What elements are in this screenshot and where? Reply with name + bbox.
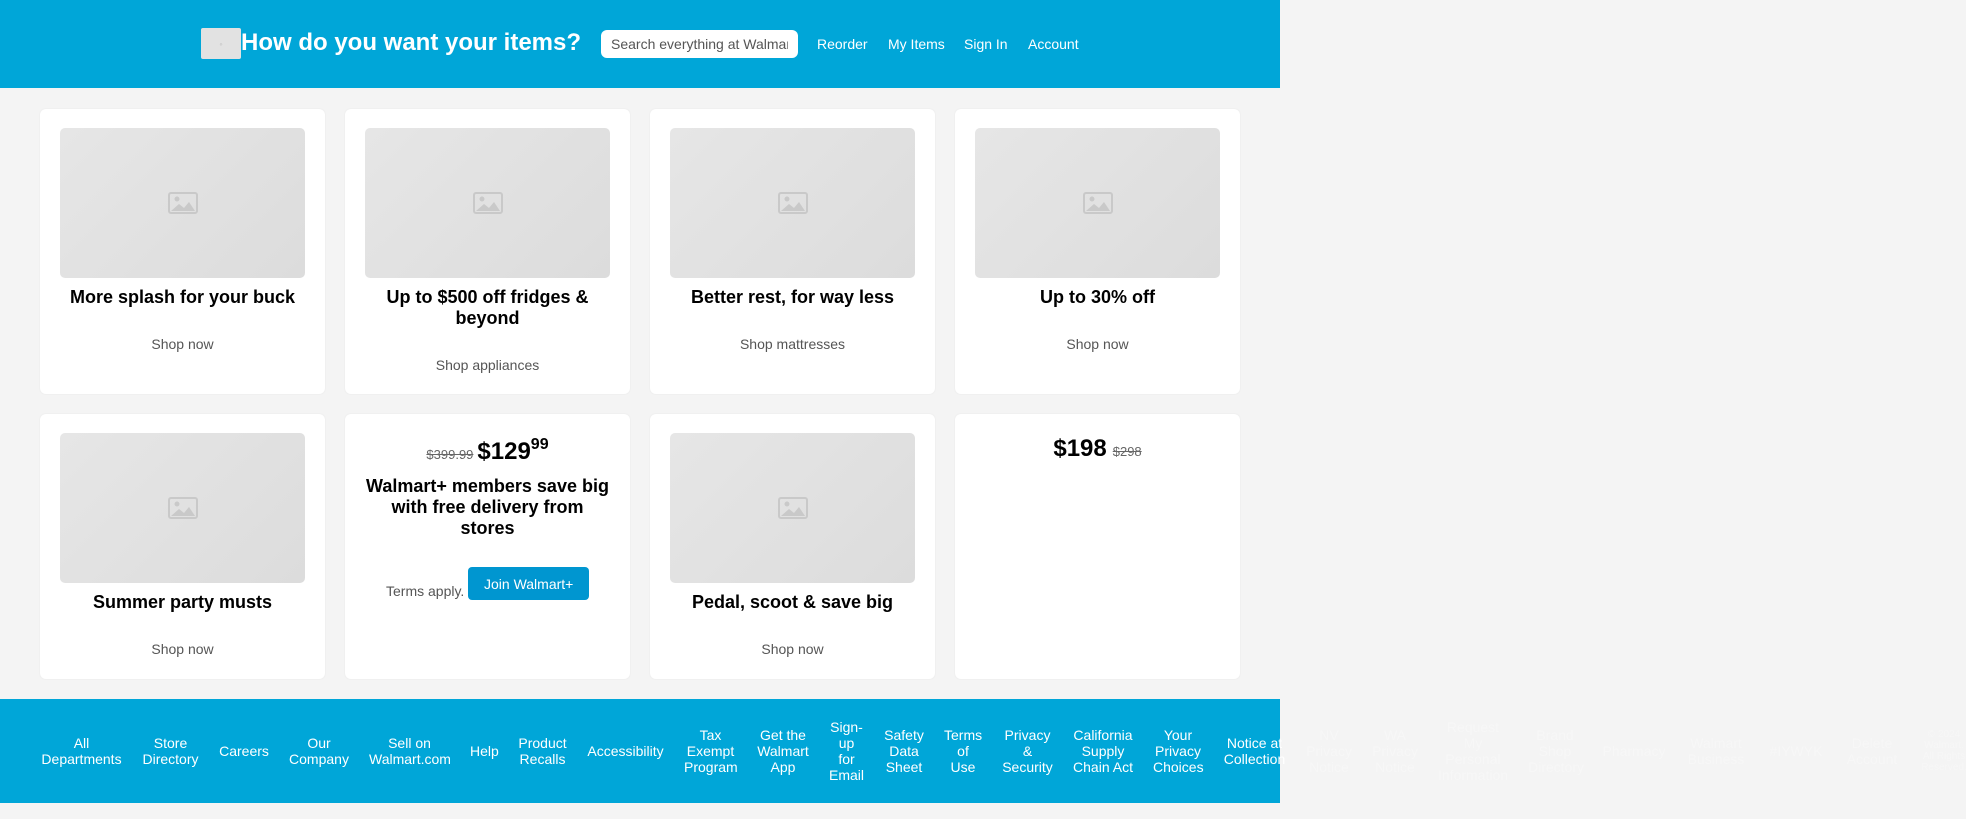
promo-card[interactable]: Summer party musts Shop now bbox=[40, 414, 325, 679]
promo-card[interactable]: More splash for your buck Shop now bbox=[40, 109, 325, 394]
image-placeholder bbox=[365, 128, 610, 278]
image-placeholder bbox=[670, 433, 915, 583]
footer-link[interactable]: Request My Personal Information bbox=[1438, 719, 1508, 783]
footer-link[interactable]: Help bbox=[470, 743, 499, 759]
image-placeholder bbox=[975, 128, 1220, 278]
card-link[interactable]: Shop now bbox=[40, 335, 325, 353]
footer-link[interactable]: All Departments bbox=[41, 735, 122, 767]
footer-link[interactable]: Your Privacy Choices bbox=[1153, 727, 1204, 775]
search-input[interactable] bbox=[601, 30, 798, 58]
footer-links: All Departments Store Directory Careers … bbox=[41, 699, 1966, 803]
footer-link[interactable]: Delete Account bbox=[1846, 735, 1898, 767]
join-walmart-plus-button[interactable]: Join Walmart+ bbox=[468, 567, 590, 600]
footer-link[interactable]: Walmart Business bbox=[1686, 735, 1746, 767]
footer-link[interactable]: NV Privacy Notice bbox=[1306, 727, 1352, 775]
nav-my-items-link[interactable]: My Items bbox=[888, 35, 945, 53]
old-price: $399.99 bbox=[426, 447, 474, 462]
footer-link[interactable]: Terms of Use bbox=[944, 727, 982, 775]
nav-account-link[interactable]: Account bbox=[1028, 35, 1079, 53]
footer-link[interactable]: Notice at Collection bbox=[1223, 735, 1286, 767]
card-title: Up to 30% off bbox=[1040, 287, 1155, 307]
card-link[interactable]: Shop now bbox=[650, 640, 935, 658]
footer-link[interactable]: Accessibility bbox=[587, 743, 664, 759]
footer-link[interactable]: #IYWYK bbox=[1766, 743, 1826, 759]
footer-link[interactable]: Sign-up for Email bbox=[829, 719, 864, 783]
promo-card[interactable]: Better rest, for way less Shop mattresse… bbox=[650, 109, 935, 394]
card-title: Up to $500 off fridges & beyond bbox=[386, 287, 589, 328]
card-link[interactable]: Shop now bbox=[955, 335, 1240, 353]
image-icon bbox=[167, 497, 198, 519]
card-link[interactable]: Shop now bbox=[40, 640, 325, 658]
deal-card[interactable]: $198 $298 bbox=[955, 414, 1240, 679]
logo-image[interactable]: ◦ bbox=[201, 28, 241, 59]
image-icon bbox=[167, 192, 198, 214]
footer-link[interactable]: Product Recalls bbox=[518, 735, 567, 767]
current-price: $129 bbox=[477, 438, 531, 465]
image-placeholder bbox=[60, 433, 305, 583]
card-title: Summer party musts bbox=[92, 592, 273, 612]
site-footer: All Departments Store Directory Careers … bbox=[0, 699, 1966, 803]
footer-link[interactable]: Brand Shop Directory bbox=[1528, 727, 1584, 775]
footer-link[interactable]: Careers bbox=[219, 743, 269, 759]
footer-link[interactable]: Get the Walmart App bbox=[757, 727, 809, 775]
promo-card[interactable]: Up to $500 off fridges & beyond Shop app… bbox=[345, 109, 630, 394]
walmart-plus-title: Walmart+ members save big with free deli… bbox=[366, 476, 609, 538]
deal-old-price: $298 bbox=[1112, 444, 1142, 459]
footer-link[interactable]: Sell on Walmart.com bbox=[369, 735, 451, 767]
nav-sign-in-link[interactable]: Sign In bbox=[964, 35, 1008, 53]
image-icon bbox=[777, 192, 808, 214]
footer-link[interactable]: Privacy & Security bbox=[1002, 727, 1053, 775]
image-placeholder bbox=[60, 128, 305, 278]
header-title: How do you want your items? bbox=[241, 29, 582, 56]
image-icon bbox=[1082, 192, 1113, 214]
footer-link[interactable]: Our Company bbox=[289, 735, 349, 767]
copyright-text: © 2024 Walmart. All Rights Reserved. bbox=[1921, 729, 1966, 773]
image-icon bbox=[777, 497, 808, 519]
price-cents: 99 bbox=[530, 436, 549, 453]
image-placeholder bbox=[670, 128, 915, 278]
nav-reorder-link[interactable]: Reorder bbox=[817, 35, 868, 53]
footer-link[interactable]: Store Directory bbox=[142, 735, 199, 767]
card-title: Better rest, for way less bbox=[690, 287, 895, 307]
footer-link[interactable]: WA Privacy Notice bbox=[1372, 727, 1418, 775]
page: ◦ How do you want your items? Reorder My… bbox=[0, 0, 1966, 819]
card-title: More splash for your buck bbox=[69, 287, 296, 307]
promo-card[interactable]: Up to 30% off Shop now bbox=[955, 109, 1240, 394]
walmart-plus-card: $399.99 $12999 Walmart+ members save big … bbox=[345, 414, 630, 679]
promo-card[interactable]: Pedal, scoot & save big Shop now bbox=[650, 414, 935, 679]
image-icon bbox=[472, 192, 503, 214]
card-link[interactable]: Shop appliances bbox=[345, 356, 630, 374]
footer-link[interactable]: California Supply Chain Act bbox=[1073, 727, 1133, 775]
card-title: Pedal, scoot & save big bbox=[691, 592, 894, 612]
terms-text: Terms apply. bbox=[386, 583, 465, 599]
footer-link[interactable]: Tax Exempt Program bbox=[684, 727, 738, 775]
footer-link[interactable]: Safety Data Sheet bbox=[884, 727, 924, 775]
price-row: $399.99 $12999 bbox=[345, 436, 630, 466]
footer-link[interactable]: Pharmacy bbox=[1602, 743, 1666, 759]
deal-price-row: $198 $298 bbox=[955, 435, 1240, 463]
card-link[interactable]: Shop mattresses bbox=[650, 335, 935, 353]
site-header: ◦ How do you want your items? Reorder My… bbox=[0, 0, 1280, 88]
deal-price: $198 bbox=[1053, 435, 1107, 462]
